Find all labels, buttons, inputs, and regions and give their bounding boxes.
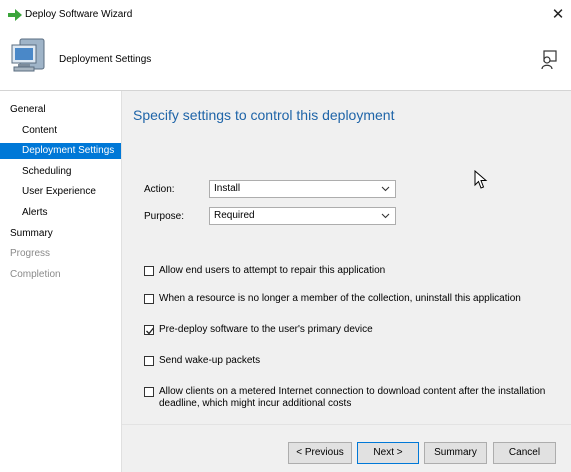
sidebar-item-label: Summary <box>10 228 53 239</box>
sidebar-item-label: Completion <box>10 269 61 280</box>
checkbox-metered-connection[interactable]: Allow clients on a metered Internet conn… <box>144 386 559 410</box>
footer-divider <box>122 424 571 425</box>
sidebar-item-label: Deployment Settings <box>22 145 115 156</box>
sidebar-item-alerts[interactable]: Alerts <box>0 205 121 221</box>
chevron-down-icon <box>381 186 390 192</box>
sidebar-item-label: Scheduling <box>22 166 72 177</box>
sidebar-item-label: Content <box>22 125 58 136</box>
sidebar-item-label: General <box>10 104 46 115</box>
checkbox[interactable] <box>144 387 154 397</box>
sidebar-item-label: Alerts <box>22 207 48 218</box>
checkbox-allow-repair[interactable]: Allow end users to attempt to repair thi… <box>144 265 559 277</box>
header-title: Deployment Settings <box>59 54 152 65</box>
checkbox[interactable] <box>144 266 154 276</box>
sidebar-item-summary[interactable]: Summary <box>0 226 121 242</box>
checkbox-label: Allow end users to attempt to repair thi… <box>159 265 386 276</box>
checkbox-label: Pre-deploy software to the user's primar… <box>159 324 373 335</box>
purpose-label: Purpose: <box>144 211 185 222</box>
action-label: Action: <box>144 184 175 195</box>
sidebar-item-progress: Progress <box>0 246 121 262</box>
checkbox-pre-deploy[interactable]: Pre-deploy software to the user's primar… <box>144 324 559 336</box>
wizard-header: Deployment Settings <box>0 30 571 90</box>
window-title: Deploy Software Wizard <box>25 9 133 20</box>
chevron-down-icon <box>381 213 390 219</box>
sidebar-item-content[interactable]: Content <box>0 123 121 139</box>
checkmark-icon <box>146 327 155 335</box>
mouse-cursor-icon <box>474 170 488 189</box>
checkbox[interactable] <box>144 294 154 304</box>
purpose-select[interactable]: Required <box>209 207 396 225</box>
purpose-value: Required <box>214 210 255 221</box>
wizard-content: Specify settings to control this deploym… <box>122 91 571 472</box>
summary-button[interactable]: Summary <box>424 442 487 464</box>
sidebar-item-user-experience[interactable]: User Experience <box>0 184 121 200</box>
close-icon[interactable]: ✕ <box>549 6 567 24</box>
previous-button[interactable]: < Previous <box>288 442 352 464</box>
settings-panel: Specify settings to control this deploym… <box>122 91 571 424</box>
checkbox-uninstall[interactable]: When a resource is no longer a member of… <box>144 293 559 305</box>
checkbox-label: Send wake-up packets <box>159 355 261 366</box>
checkbox[interactable] <box>144 325 155 335</box>
sidebar-item-deployment-settings[interactable]: Deployment Settings <box>0 143 121 159</box>
sidebar-item-completion: Completion <box>0 267 121 283</box>
checkbox-wake-up[interactable]: Send wake-up packets <box>144 355 559 367</box>
action-select[interactable]: Install <box>209 180 396 198</box>
checkbox-label: Allow clients on a metered Internet conn… <box>159 386 546 409</box>
checkbox-label: When a resource is no longer a member of… <box>159 293 521 304</box>
page-heading: Specify settings to control this deploym… <box>133 107 395 123</box>
checkbox[interactable] <box>144 356 154 366</box>
computer-icon <box>11 38 45 72</box>
green-arrow-icon <box>8 9 22 21</box>
sidebar-item-label: User Experience <box>22 186 96 197</box>
cancel-button[interactable]: Cancel <box>493 442 556 464</box>
next-button[interactable]: Next > <box>357 442 419 464</box>
action-value: Install <box>214 183 241 194</box>
user-feedback-icon[interactable] <box>540 50 558 70</box>
title-bar: Deploy Software Wizard ✕ <box>0 0 571 30</box>
wizard-sidebar: General Content Deployment Settings Sche… <box>0 91 122 472</box>
sidebar-item-scheduling[interactable]: Scheduling <box>0 164 121 180</box>
sidebar-item-label: Progress <box>10 248 51 259</box>
sidebar-item-general[interactable]: General <box>0 102 121 118</box>
